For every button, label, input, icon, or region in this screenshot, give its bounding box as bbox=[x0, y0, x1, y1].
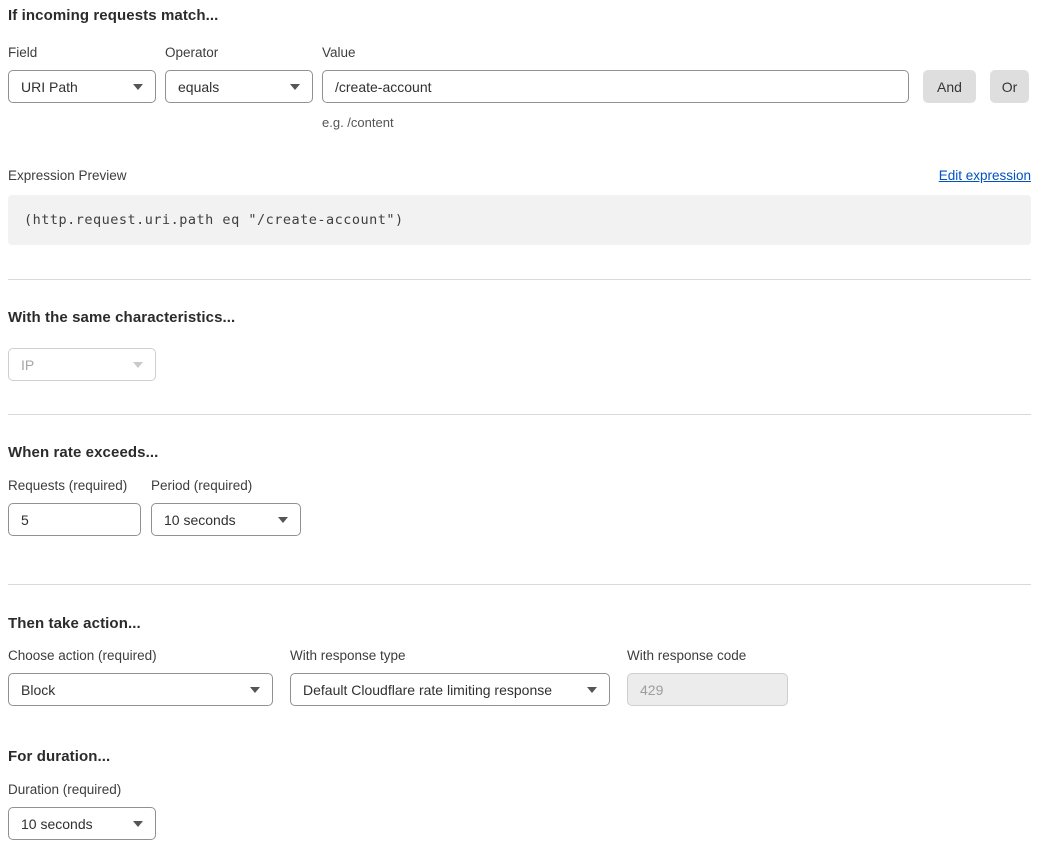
action-select[interactable]: Block bbox=[8, 673, 273, 706]
duration-select-value: 10 seconds bbox=[21, 816, 93, 832]
response-type-column: With response type Default Cloudflare ra… bbox=[290, 647, 610, 706]
match-section: If incoming requests match... Field URI … bbox=[8, 7, 1031, 245]
duration-select[interactable]: 10 seconds bbox=[8, 807, 156, 840]
operator-column: Operator equals bbox=[165, 44, 313, 103]
period-label: Period (required) bbox=[151, 477, 301, 495]
action-section-heading: Then take action... bbox=[8, 615, 1031, 632]
characteristic-select: IP bbox=[8, 348, 156, 381]
requests-input[interactable] bbox=[8, 503, 141, 536]
response-type-select-value: Default Cloudflare rate limiting respons… bbox=[303, 682, 552, 698]
field-label: Field bbox=[8, 44, 156, 62]
chevron-down-icon bbox=[133, 362, 143, 368]
period-select-value: 10 seconds bbox=[164, 512, 236, 528]
section-divider bbox=[8, 279, 1031, 280]
duration-section-heading: For duration... bbox=[8, 748, 1031, 765]
chevron-down-icon bbox=[290, 84, 300, 90]
expression-preview-header: Expression Preview Edit expression bbox=[8, 168, 1031, 183]
field-select[interactable]: URI Path bbox=[8, 70, 156, 103]
chevron-down-icon bbox=[250, 687, 260, 693]
operator-select-value: equals bbox=[178, 79, 219, 95]
period-column: Period (required) 10 seconds bbox=[151, 477, 301, 536]
value-input[interactable] bbox=[322, 70, 909, 103]
chevron-down-icon bbox=[133, 84, 143, 90]
section-divider bbox=[8, 414, 1031, 415]
section-divider bbox=[8, 584, 1031, 585]
response-code-label: With response code bbox=[627, 647, 788, 665]
value-hint: e.g. /content bbox=[322, 115, 909, 130]
chevron-down-icon bbox=[133, 821, 143, 827]
operator-select[interactable]: equals bbox=[165, 70, 313, 103]
rate-section-heading: When rate exceeds... bbox=[8, 444, 1031, 461]
response-code-input bbox=[627, 673, 788, 706]
duration-section: For duration... Duration (required) 10 s… bbox=[8, 748, 1031, 840]
value-label: Value bbox=[322, 44, 909, 62]
response-type-label: With response type bbox=[290, 647, 610, 665]
match-section-heading: If incoming requests match... bbox=[8, 7, 1031, 24]
expression-text: (http.request.uri.path eq "/create-accou… bbox=[24, 212, 404, 228]
rate-section: When rate exceeds... Requests (required)… bbox=[8, 444, 1031, 536]
choose-action-label: Choose action (required) bbox=[8, 647, 273, 665]
action-column: Choose action (required) Block bbox=[8, 647, 273, 706]
edit-expression-link[interactable]: Edit expression bbox=[939, 168, 1031, 183]
operator-label: Operator bbox=[165, 44, 313, 62]
characteristic-select-value: IP bbox=[21, 357, 34, 373]
and-button[interactable]: And bbox=[923, 70, 976, 103]
logic-buttons: And Or bbox=[923, 44, 1029, 103]
or-button[interactable]: Or bbox=[990, 70, 1029, 103]
characteristics-section: With the same characteristics... IP bbox=[8, 309, 1031, 381]
requests-label: Requests (required) bbox=[8, 477, 141, 495]
duration-label: Duration (required) bbox=[8, 781, 1031, 799]
response-type-select[interactable]: Default Cloudflare rate limiting respons… bbox=[290, 673, 610, 706]
chevron-down-icon bbox=[587, 687, 597, 693]
expression-preview-label: Expression Preview bbox=[8, 168, 127, 183]
action-select-value: Block bbox=[21, 682, 55, 698]
expression-preview-box: (http.request.uri.path eq "/create-accou… bbox=[8, 195, 1031, 245]
requests-column: Requests (required) bbox=[8, 477, 141, 536]
rate-row: Requests (required) Period (required) 10… bbox=[8, 477, 1031, 536]
value-column: Value e.g. /content bbox=[322, 44, 909, 130]
characteristics-section-heading: With the same characteristics... bbox=[8, 309, 1031, 326]
response-code-column: With response code bbox=[627, 647, 788, 706]
chevron-down-icon bbox=[278, 517, 288, 523]
action-section: Then take action... Choose action (requi… bbox=[8, 615, 1031, 706]
field-column: Field URI Path bbox=[8, 44, 156, 103]
match-condition-row: Field URI Path Operator equals Value e.g… bbox=[8, 44, 1031, 130]
period-select[interactable]: 10 seconds bbox=[151, 503, 301, 536]
field-select-value: URI Path bbox=[21, 79, 78, 95]
action-row: Choose action (required) Block With resp… bbox=[8, 647, 1031, 706]
